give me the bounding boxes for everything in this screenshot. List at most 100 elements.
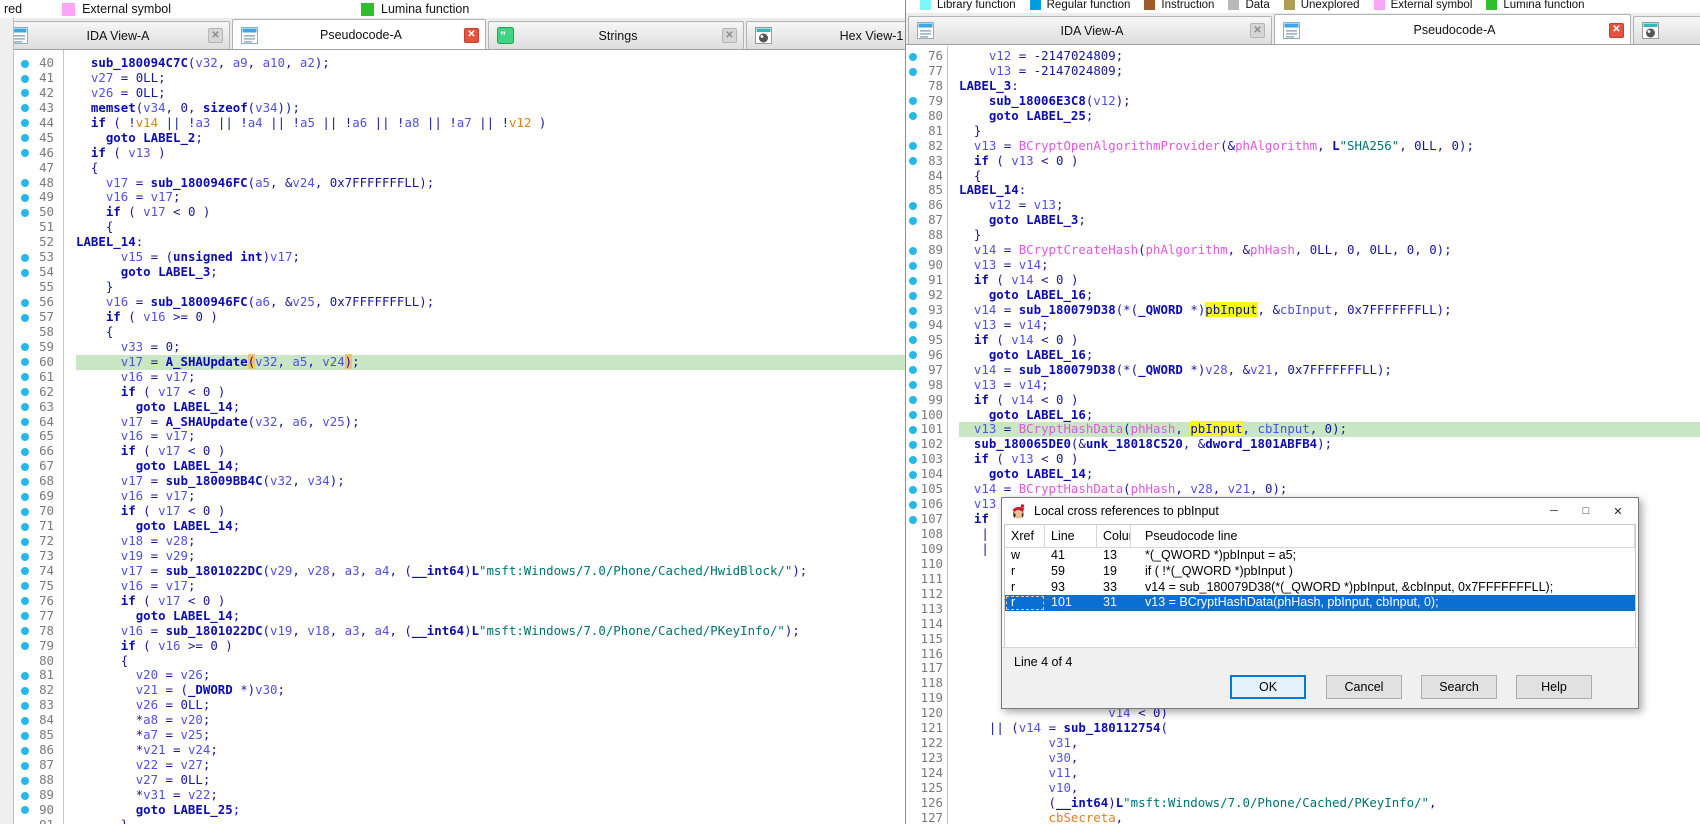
- code-line[interactable]: 122 v31,: [906, 736, 1700, 751]
- code-line[interactable]: 85LABEL_14:: [906, 183, 1700, 198]
- code-line[interactable]: 99 if ( v14 < 0 ): [906, 393, 1700, 408]
- code-line[interactable]: 88 v27 = 0LL;: [0, 773, 905, 788]
- tab-close-icon[interactable]: ✕: [208, 28, 223, 43]
- close-icon[interactable]: ✕: [1602, 501, 1634, 521]
- code-line[interactable]: 56 v16 = sub_1800946FC(a6, &v25, 0x7FFFF…: [0, 295, 905, 310]
- code-line[interactable]: 79 if ( v16 >= 0 ): [0, 639, 905, 654]
- code-line[interactable]: 67 goto LABEL_14;: [0, 459, 905, 474]
- code-line[interactable]: 77 goto LABEL_14;: [0, 609, 905, 624]
- code-line[interactable]: 97 v14 = sub_180079D38(*(_QWORD *)v28, &…: [906, 363, 1700, 378]
- code-line[interactable]: 65 v16 = v17;: [0, 429, 905, 444]
- code-line[interactable]: 125 v10,: [906, 781, 1700, 796]
- code-line[interactable]: 49 v16 = v17;: [0, 190, 905, 205]
- tab-pseudocode-a[interactable]: Pseudocode-A✕: [232, 19, 486, 50]
- code-line[interactable]: 90 v13 = v14;: [906, 258, 1700, 273]
- code-line[interactable]: 105 v14 = BCryptHashData(phHash, v28, v2…: [906, 482, 1700, 497]
- code-line[interactable]: 77 v13 = -2147024809;: [906, 64, 1700, 79]
- code-line[interactable]: 93 v14 = sub_180079D38(*(_QWORD *)pbInpu…: [906, 303, 1700, 318]
- code-line[interactable]: 58 {: [0, 325, 905, 340]
- code-line[interactable]: 80 {: [0, 654, 905, 669]
- code-line[interactable]: 79 sub_18006E3C8(v12);: [906, 94, 1700, 109]
- code-line[interactable]: 87 goto LABEL_3;: [906, 213, 1700, 228]
- code-line[interactable]: 72 v18 = v28;: [0, 534, 905, 549]
- tab-close-icon[interactable]: ✕: [722, 28, 737, 43]
- code-line[interactable]: 100 goto LABEL_16;: [906, 408, 1700, 423]
- code-line[interactable]: 63 goto LABEL_14;: [0, 400, 905, 415]
- code-line[interactable]: 55 }: [0, 280, 905, 295]
- code-line[interactable]: 60 v17 = A_SHAUpdate(v32, a5, v24);: [0, 355, 905, 370]
- code-line[interactable]: 82 v21 = (_DWORD *)v30;: [0, 683, 905, 698]
- code-line[interactable]: 89 v14 = BCryptCreateHash(phAlgorithm, &…: [906, 243, 1700, 258]
- code-line[interactable]: 103 if ( v13 < 0 ): [906, 452, 1700, 467]
- code-line[interactable]: 80 goto LABEL_25;: [906, 109, 1700, 124]
- xref-row[interactable]: w4113*(_QWORD *)pbInput = a5;: [1005, 548, 1635, 564]
- tab-close-icon[interactable]: ✕: [1609, 23, 1624, 38]
- code-line[interactable]: 83 v26 = 0LL;: [0, 698, 905, 713]
- xref-row[interactable]: r10131v13 = BCryptHashData(phHash, pbInp…: [1005, 595, 1635, 611]
- column-header-pseudocode-line[interactable]: Pseudocode line: [1131, 525, 1635, 547]
- code-line[interactable]: 71 goto LABEL_14;: [0, 519, 905, 534]
- code-line[interactable]: 95 if ( v14 < 0 ): [906, 333, 1700, 348]
- column-header-line[interactable]: Line: [1045, 525, 1097, 547]
- xref-row[interactable]: r5919if ( !*(_QWORD *)pbInput ): [1005, 564, 1635, 580]
- code-line[interactable]: 69 v16 = v17;: [0, 489, 905, 504]
- code-line[interactable]: 76 if ( v17 < 0 ): [0, 594, 905, 609]
- tab-close-icon[interactable]: ✕: [464, 28, 479, 43]
- code-line[interactable]: 124 v11,: [906, 766, 1700, 781]
- code-line[interactable]: 73 v19 = v29;: [0, 549, 905, 564]
- code-line[interactable]: 81 v20 = v26;: [0, 668, 905, 683]
- code-line[interactable]: 70 if ( v17 < 0 ): [0, 504, 905, 519]
- code-line[interactable]: 123 v30,: [906, 751, 1700, 766]
- code-line[interactable]: 45 goto LABEL_2;: [0, 131, 905, 146]
- code-line[interactable]: 86 v12 = v13;: [906, 198, 1700, 213]
- tab-pseudocode-a[interactable]: Pseudocode-A✕: [1274, 14, 1631, 45]
- minimize-icon[interactable]: ─: [1538, 501, 1570, 521]
- code-line[interactable]: 74 v17 = sub_1801022DC(v29, v28, a3, a4,…: [0, 564, 905, 579]
- code-line[interactable]: 88 }: [906, 228, 1700, 243]
- tab-close-icon[interactable]: ✕: [1250, 23, 1265, 38]
- code-line[interactable]: 83 if ( v13 < 0 ): [906, 154, 1700, 169]
- code-line[interactable]: 84 {: [906, 169, 1700, 184]
- code-line[interactable]: 59 v33 = 0;: [0, 340, 905, 355]
- code-line[interactable]: 96 goto LABEL_16;: [906, 348, 1700, 363]
- maximize-icon[interactable]: □: [1570, 501, 1602, 521]
- code-line[interactable]: 91 if ( v14 < 0 ): [906, 273, 1700, 288]
- code-line[interactable]: 82 v13 = BCryptOpenAlgorithmProvider(&ph…: [906, 139, 1700, 154]
- xref-row[interactable]: r9333v14 = sub_180079D38(*(_QWORD *)pbIn…: [1005, 580, 1635, 596]
- code-line[interactable]: 127 cbSecreta,: [906, 811, 1700, 824]
- code-line[interactable]: 43 memset(v34, 0, sizeof(v34));: [0, 101, 905, 116]
- ok-button[interactable]: OK: [1230, 675, 1306, 699]
- code-line[interactable]: 84 *a8 = v20;: [0, 713, 905, 728]
- code-line[interactable]: 44 if ( !v14 || !a3 || !a4 || !a5 || !a6…: [0, 116, 905, 131]
- code-line[interactable]: 85 *a7 = v25;: [0, 728, 905, 743]
- cancel-button[interactable]: Cancel: [1326, 675, 1402, 699]
- code-line[interactable]: 61 v16 = v17;: [0, 370, 905, 385]
- column-header-xref[interactable]: Xref: [1005, 525, 1045, 547]
- tab-ida-view-a[interactable]: IDA View-A✕: [2, 21, 230, 49]
- code-line[interactable]: 47 {: [0, 161, 905, 176]
- code-line[interactable]: 42 v26 = 0LL;: [0, 86, 905, 101]
- code-line[interactable]: 40 sub_180094C7C(v32, a9, a10, a2);: [0, 56, 905, 71]
- code-line[interactable]: 51 {: [0, 220, 905, 235]
- column-header-column[interactable]: Column: [1097, 525, 1131, 547]
- code-line[interactable]: 87 v22 = v27;: [0, 758, 905, 773]
- left-pseudocode-pane[interactable]: 40 sub_180094C7C(v32, a9, a10, a2);41 v2…: [0, 50, 905, 824]
- code-line[interactable]: 92 goto LABEL_16;: [906, 288, 1700, 303]
- tab-hex-view-1[interactable]: Hex View-1: [746, 21, 905, 49]
- tab-ida-view-a[interactable]: IDA View-A✕: [908, 16, 1272, 44]
- code-line[interactable]: 126 (__int64)L"msft:Windows/7.0/Phone/Ca…: [906, 796, 1700, 811]
- code-line[interactable]: 121 || (v14 = sub_180112754(: [906, 721, 1700, 736]
- code-line[interactable]: 102 sub_180065DE0(&unk_18018C520, &dword…: [906, 437, 1700, 452]
- code-line[interactable]: 66 if ( v17 < 0 ): [0, 444, 905, 459]
- code-line[interactable]: 41 v27 = 0LL;: [0, 71, 905, 86]
- code-line[interactable]: 64 v17 = A_SHAUpdate(v32, a6, v25);: [0, 415, 905, 430]
- code-line[interactable]: 89 *v31 = v22;: [0, 788, 905, 803]
- code-line[interactable]: 104 goto LABEL_14;: [906, 467, 1700, 482]
- code-line[interactable]: 101 v13 = BCryptHashData(phHash, pbInput…: [906, 422, 1700, 437]
- code-line[interactable]: 46 if ( v13 ): [0, 146, 905, 161]
- code-line[interactable]: 52LABEL_14:: [0, 235, 905, 250]
- code-line[interactable]: 78 v16 = sub_1801022DC(v19, v18, a3, a4,…: [0, 624, 905, 639]
- code-line[interactable]: 75 v16 = v17;: [0, 579, 905, 594]
- code-line[interactable]: 81 }: [906, 124, 1700, 139]
- code-line[interactable]: 68 v17 = sub_18009BB4C(v32, v34);: [0, 474, 905, 489]
